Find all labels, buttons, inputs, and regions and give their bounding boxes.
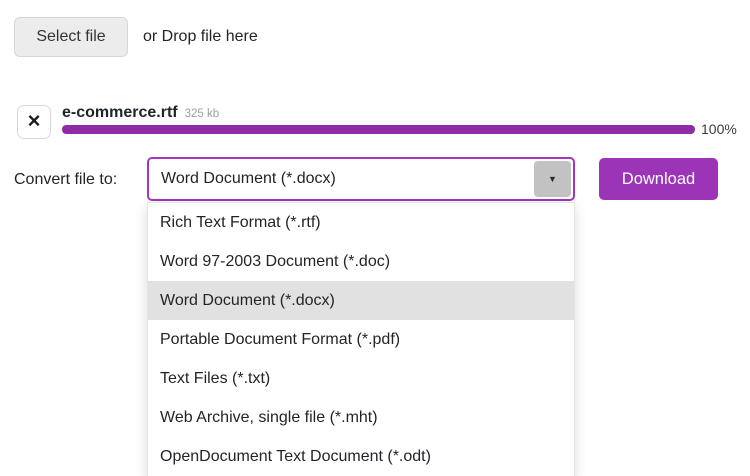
dropdown-option[interactable]: Web Archive, single file (*.mht) — [148, 398, 574, 437]
dropdown-option[interactable]: Word 97-2003 Document (*.doc) — [148, 242, 574, 281]
remove-file-button[interactable]: × — [17, 105, 51, 139]
chevron-down-icon: ▼ — [548, 175, 557, 184]
file-meta: e-commerce.rtf 325 kb — [62, 104, 219, 122]
selected-format-value: Word Document (*.docx) — [149, 170, 534, 188]
drop-file-hint: or Drop file here — [143, 27, 258, 47]
dropdown-toggle-button[interactable]: ▼ — [534, 161, 571, 197]
dropdown-option[interactable]: OpenDocument Text Document (*.odt) — [148, 437, 574, 476]
convert-to-label: Convert file to: — [14, 171, 117, 189]
dropdown-option[interactable]: Portable Document Format (*.pdf) — [148, 320, 574, 359]
download-button[interactable]: Download — [599, 158, 718, 200]
file-size: 325 kb — [185, 108, 220, 120]
file-name: e-commerce.rtf — [62, 104, 178, 122]
dropdown-option[interactable]: Word Document (*.docx) — [148, 281, 574, 320]
progress-bar — [62, 125, 695, 134]
format-dropdown-list: Rich Text Format (*.rtf)Word 97-2003 Doc… — [147, 202, 575, 476]
close-icon: × — [28, 110, 41, 132]
progress-bar-fill — [62, 125, 695, 134]
file-converter-page: Select file or Drop file here × e-commer… — [0, 0, 750, 476]
format-select[interactable]: Word Document (*.docx) ▼ — [147, 157, 575, 201]
progress-percent: 100% — [701, 121, 737, 137]
dropdown-option[interactable]: Rich Text Format (*.rtf) — [148, 203, 574, 242]
dropdown-option[interactable]: Text Files (*.txt) — [148, 359, 574, 398]
select-file-button[interactable]: Select file — [14, 17, 128, 57]
